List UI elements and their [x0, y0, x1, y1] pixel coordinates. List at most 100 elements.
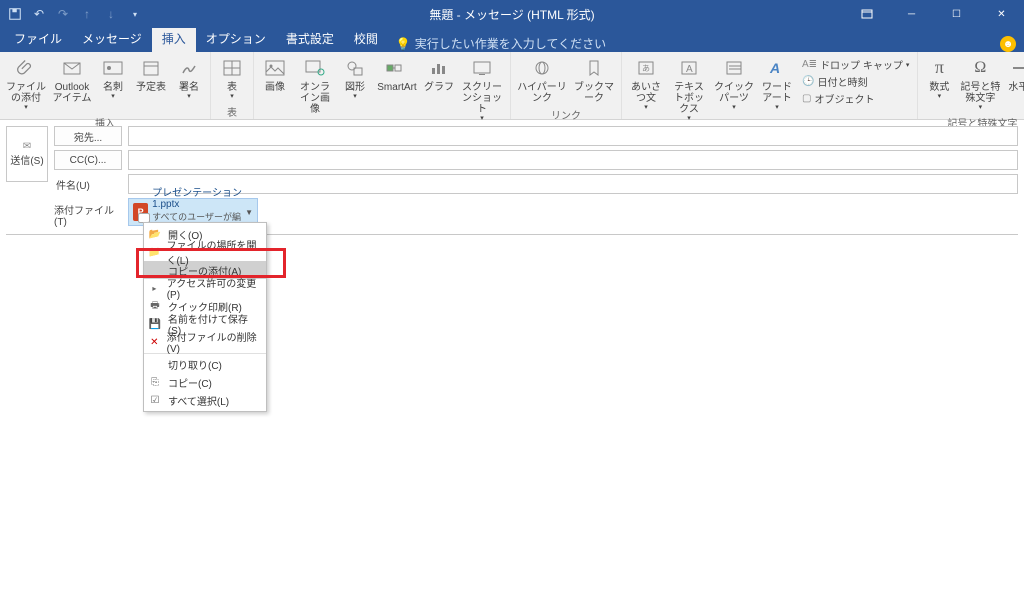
ribbon-display-button[interactable]: [844, 0, 889, 28]
printer-icon: 🖶: [148, 299, 162, 313]
attachment-label: 添付ファイル(T): [54, 198, 122, 228]
hyperlink-button[interactable]: ハイパーリンク: [515, 54, 569, 106]
symbol-button[interactable]: Ω記号と特殊文字▾: [958, 54, 1002, 114]
greeting-icon: あ: [632, 56, 660, 80]
chevron-down-icon[interactable]: ▼: [245, 208, 253, 217]
save-button[interactable]: [4, 3, 26, 25]
qat-customize-button[interactable]: ▾: [124, 3, 146, 25]
shapes-icon: [341, 56, 369, 80]
compose-header: ✉ 送信(S) 宛先... CC(C)... 件名(U): [0, 120, 1024, 194]
cc-input[interactable]: [128, 150, 1018, 170]
ribbon: ファイルの添付▾ Outlookアイテム 名刺▾ 予定表 署名▾ 挿入 表▾ 表…: [0, 52, 1024, 120]
business-card-button[interactable]: 名刺▾: [96, 54, 130, 103]
signature-icon: [175, 56, 203, 80]
quick-access-toolbar: ↶ ↷ ↑ ↓ ▾: [0, 3, 146, 25]
tab-review[interactable]: 校閲: [344, 26, 388, 52]
textbox-icon: A: [675, 56, 703, 80]
horizontal-icon: [1009, 56, 1024, 80]
picture-icon: [261, 56, 289, 80]
signature-button[interactable]: 署名▾: [172, 54, 206, 103]
outlook-item-button[interactable]: Outlookアイテム: [50, 54, 94, 106]
bookmark-icon: [580, 56, 608, 80]
quickparts-icon: [720, 56, 748, 80]
picture-button[interactable]: 画像: [258, 54, 292, 95]
send-button[interactable]: ✉ 送信(S): [6, 126, 48, 182]
touch-mode-button[interactable]: ↑: [76, 3, 98, 25]
paperclip-icon: [12, 56, 40, 80]
ctx-copy[interactable]: ⎘コピー(C): [144, 373, 266, 391]
wordart-button[interactable]: Aワードアート▾: [758, 54, 796, 114]
group-label-table: 表: [215, 103, 249, 121]
quickparts-button[interactable]: クイック パーツ▾: [712, 54, 756, 114]
undo-button[interactable]: ↶: [28, 3, 50, 25]
shapes-button[interactable]: 図形▾: [338, 54, 372, 103]
ctx-change-permission[interactable]: ▸アクセス許可の変更(P): [144, 279, 266, 297]
business-card-icon: [99, 56, 127, 80]
datetime-button[interactable]: 🕒日付と時刻: [800, 73, 911, 90]
copy-attach-icon: [148, 263, 162, 277]
permission-icon: ▸: [148, 281, 161, 295]
calendar-button[interactable]: 予定表: [132, 54, 170, 95]
to-input[interactable]: [128, 126, 1018, 146]
close-button[interactable]: ✕: [979, 0, 1024, 28]
subject-input[interactable]: [128, 174, 1018, 194]
chart-icon: [425, 56, 453, 80]
more-button[interactable]: ↓: [100, 3, 122, 25]
chart-button[interactable]: グラフ: [422, 54, 456, 95]
dropcap-button[interactable]: A≣ドロップ キャップ▾: [800, 56, 911, 73]
ctx-select-all[interactable]: ☑すべて選択(L): [144, 391, 266, 409]
ctx-open-location[interactable]: 📁ファイルの場所を開く(L): [144, 243, 266, 261]
attachment-context-menu: 📂開く(O) 📁ファイルの場所を開く(L) コピーの添付(A) ▸アクセス許可の…: [143, 222, 267, 412]
group-figure: 画像 オンライン画像 図形▾ SmartArt グラフ スクリーンショット▾ 図: [254, 52, 511, 119]
title-bar: ↶ ↷ ↑ ↓ ▾ 無題 - メッセージ (HTML 形式) ─ ☐ ✕: [0, 0, 1024, 28]
minimize-button[interactable]: ─: [889, 0, 934, 28]
object-icon: ▢: [802, 93, 811, 104]
copy-icon: ⎘: [148, 375, 162, 389]
bookmark-button[interactable]: ブックマーク: [571, 54, 617, 106]
outlook-item-icon: [58, 56, 86, 80]
group-table: 表▾ 表: [211, 52, 254, 119]
cc-button[interactable]: CC(C)...: [54, 150, 122, 170]
symbol-icon: Ω: [966, 56, 994, 80]
to-button[interactable]: 宛先...: [54, 126, 122, 146]
group-link: ハイパーリンク ブックマーク リンク: [511, 52, 622, 119]
lightbulb-icon: 💡: [396, 37, 411, 51]
remove-icon: ✕: [148, 335, 161, 349]
ctx-remove[interactable]: ✕添付ファイルの削除(V): [144, 333, 266, 351]
tell-me-search[interactable]: 💡 実行したい作業を入力してください: [388, 35, 614, 52]
horizontal-button[interactable]: 水平線: [1004, 54, 1024, 95]
send-icon: ✉: [23, 141, 31, 152]
help-icon[interactable]: ☻: [1000, 36, 1016, 52]
tab-insert[interactable]: 挿入: [152, 26, 196, 52]
redo-button[interactable]: ↷: [52, 3, 74, 25]
cut-icon: [148, 358, 162, 372]
screenshot-icon: [468, 56, 496, 80]
table-button[interactable]: 表▾: [215, 54, 249, 103]
smartart-button[interactable]: SmartArt: [374, 54, 420, 95]
greeting-button[interactable]: ああいさつ文▾: [626, 54, 666, 114]
attach-file-button[interactable]: ファイルの添付▾: [4, 54, 48, 114]
ribbon-tabs: ファイル メッセージ 挿入 オプション 書式設定 校閲 💡 実行したい作業を入力…: [0, 28, 1024, 52]
screenshot-button[interactable]: スクリーンショット▾: [458, 54, 506, 125]
maximize-button[interactable]: ☐: [934, 0, 979, 28]
hyperlink-icon: [528, 56, 556, 80]
dropcap-icon: A≣: [802, 59, 817, 70]
ctx-cut[interactable]: 切り取り(C): [144, 353, 266, 373]
svg-text:A: A: [686, 64, 693, 75]
equation-button[interactable]: π数式▾: [922, 54, 956, 103]
online-picture-button[interactable]: オンライン画像: [294, 54, 336, 117]
online-picture-icon: [301, 56, 329, 80]
powerpoint-icon: P: [133, 203, 148, 221]
tab-options[interactable]: オプション: [196, 26, 276, 52]
window-title: 無題 - メッセージ (HTML 形式): [429, 6, 594, 23]
textbox-button[interactable]: Aテキストボックス▾: [668, 54, 710, 125]
select-all-icon: ☑: [148, 393, 162, 407]
tab-format[interactable]: 書式設定: [276, 26, 344, 52]
tab-file[interactable]: ファイル: [4, 26, 72, 52]
group-text: ああいさつ文▾ Aテキストボックス▾ クイック パーツ▾ Aワードアート▾ A≣…: [622, 52, 918, 119]
object-button[interactable]: ▢オブジェクト: [800, 90, 911, 107]
tab-message[interactable]: メッセージ: [72, 26, 152, 52]
table-icon: [218, 56, 246, 80]
group-insert: ファイルの添付▾ Outlookアイテム 名刺▾ 予定表 署名▾ 挿入: [0, 52, 211, 119]
subject-label: 件名(U): [54, 177, 122, 192]
